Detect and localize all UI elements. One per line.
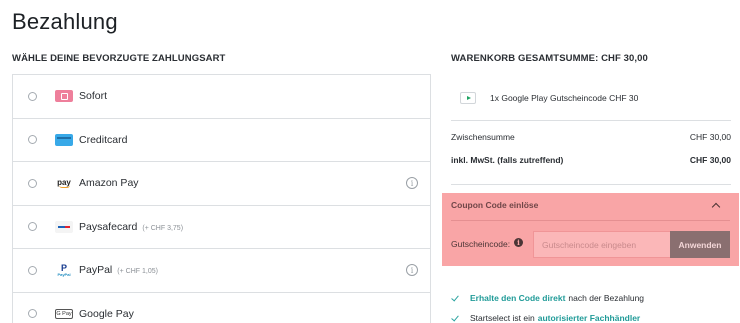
info-icon[interactable]: i xyxy=(406,264,418,277)
subtotal-label: Zwischensumme xyxy=(451,132,515,142)
radio-button[interactable] xyxy=(28,178,37,188)
creditcard-logo-icon xyxy=(55,133,73,146)
subtotal-row: Zwischensumme CHF 30,00 xyxy=(451,132,731,142)
radio-button[interactable] xyxy=(28,135,37,145)
amazon-pay-logo-icon: pay xyxy=(57,178,71,189)
payment-option-creditcard[interactable]: Creditcard xyxy=(13,119,430,162)
divider xyxy=(451,184,731,185)
total-label: inkl. MwSt. (falls zutreffend) xyxy=(451,155,564,165)
radio-button[interactable] xyxy=(28,265,37,275)
payment-option-label: PayPal (+ CHF 1,05) xyxy=(79,264,158,277)
payment-fee: (+ CHF 3,75) xyxy=(142,224,184,232)
payment-option-label: Creditcard xyxy=(79,133,128,146)
chevron-up-icon[interactable] xyxy=(711,200,721,210)
payment-option-google-pay[interactable]: G Pay Google Pay xyxy=(13,293,430,323)
payment-method-heading: WÄHLE DEINE BEVORZUGTE ZAHLUNGSART xyxy=(12,53,226,64)
info-icon[interactable]: i xyxy=(406,177,418,190)
page-title: Bezahlung xyxy=(12,9,118,34)
total-row: inkl. MwSt. (falls zutreffend) CHF 30,00 xyxy=(451,155,731,165)
cart-total-heading: WARENKORB GESAMTSUMME: CHF 30,00 xyxy=(451,53,648,64)
cart-item: 1x Google Play Gutscheincode CHF 30 xyxy=(451,83,731,113)
google-pay-logo-icon: G Pay xyxy=(55,308,73,319)
radio-button[interactable] xyxy=(28,222,37,232)
coupon-panel: Coupon Code einlöse Gutscheincode: i Anw… xyxy=(442,193,739,266)
payment-option-label: Paysafecard (+ CHF 3,75) xyxy=(79,220,184,233)
payment-option-sofort[interactable]: Sofort xyxy=(13,75,430,119)
radio-button[interactable] xyxy=(28,91,37,101)
payment-option-amazon-pay[interactable]: pay Amazon Pay i xyxy=(13,162,430,206)
check-icon xyxy=(451,314,460,323)
radio-button[interactable] xyxy=(28,309,37,319)
sofort-logo-icon xyxy=(55,90,73,103)
divider xyxy=(451,220,730,221)
subtotal-value: CHF 30,00 xyxy=(689,132,731,142)
total-value: CHF 30,00 xyxy=(689,155,731,165)
coupon-code-input[interactable] xyxy=(533,231,670,258)
info-icon[interactable]: i xyxy=(514,238,523,247)
cart-item-label: 1x Google Play Gutscheincode CHF 30 xyxy=(490,93,639,103)
coupon-title[interactable]: Coupon Code einlöse xyxy=(451,200,538,210)
payment-option-label: Amazon Pay xyxy=(79,177,139,190)
payment-option-paysafecard[interactable]: Paysafecard (+ CHF 3,75) xyxy=(13,206,430,249)
benefit-item: Startselect ist ein autorisierter Fachhä… xyxy=(451,313,640,323)
paysafecard-logo-icon xyxy=(55,220,73,233)
benefit-item: Erhalte den Code direkt nach der Bezahlu… xyxy=(451,293,644,303)
payment-option-label: Google Pay xyxy=(79,307,134,320)
coupon-label: Gutscheincode: xyxy=(451,239,511,249)
payment-method-list: Sofort Creditcard pay Amazon Pay i Paysa… xyxy=(12,74,431,323)
payment-fee: (+ CHF 1,05) xyxy=(117,268,158,276)
google-play-icon xyxy=(460,92,476,104)
payment-option-paypal[interactable]: P PayPal PayPal (+ CHF 1,05) i xyxy=(13,249,430,293)
apply-coupon-button[interactable]: Anwenden xyxy=(670,231,730,258)
check-icon xyxy=(451,294,460,303)
paypal-logo-icon: P PayPal xyxy=(57,262,71,277)
payment-option-label: Sofort xyxy=(79,90,108,103)
divider xyxy=(451,120,731,121)
